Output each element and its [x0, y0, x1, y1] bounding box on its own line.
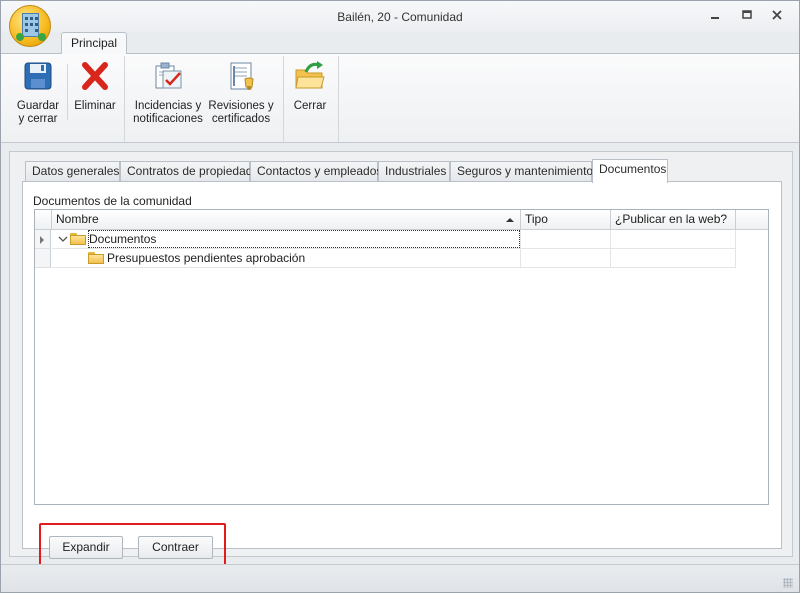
node-label: Documentos — [88, 230, 520, 248]
resize-grip-icon[interactable] — [783, 578, 793, 588]
documents-tree-grid[interactable]: Nombre Tipo ¿Publicar en la web? Documen… — [34, 209, 769, 505]
status-bar — [1, 564, 799, 592]
save-close-label-1: Guardar — [16, 100, 60, 112]
delete-x-icon — [79, 60, 111, 92]
documents-section-label: Documentos de la comunidad — [33, 194, 192, 208]
column-header-publicar[interactable]: ¿Publicar en la web? — [611, 210, 736, 230]
incidents-button[interactable]: Incidencias y notificaciones — [133, 60, 203, 126]
tab-datos-generales[interactable]: Datos generales — [25, 161, 120, 182]
app-menu-button[interactable] — [9, 5, 51, 47]
ribbon-group-separator — [338, 56, 339, 142]
close-label: Cerrar — [293, 100, 327, 112]
main-panel: Datos generales Contratos de propiedad C… — [9, 151, 793, 572]
save-icon — [22, 60, 54, 92]
revisions-button[interactable]: Revisiones y certificados — [207, 60, 275, 126]
trees-icon — [16, 33, 46, 41]
column-header-tipo[interactable]: Tipo — [521, 210, 611, 230]
collapse-button[interactable]: Contraer — [138, 536, 213, 559]
cell-tipo[interactable] — [521, 230, 611, 249]
ribbon-group-separator — [124, 56, 125, 142]
ribbon-separator — [67, 64, 68, 120]
delete-button[interactable]: Eliminar — [73, 60, 117, 113]
expand-button[interactable]: Expandir — [49, 536, 123, 559]
incidents-clipboard-icon — [152, 60, 184, 92]
cell-publicar[interactable] — [611, 249, 736, 268]
save-close-button[interactable]: Guardar y cerrar — [15, 60, 61, 126]
open-folder-arrow-icon — [294, 60, 326, 92]
cell-nombre[interactable]: Presupuestos pendientes aprobación — [52, 249, 521, 268]
folder-icon — [70, 233, 86, 245]
row-header[interactable] — [35, 249, 51, 268]
revisions-label-2: certificados — [211, 113, 271, 125]
column-header-tipo-label: Tipo — [525, 212, 548, 226]
ribbon: Guardar y cerrar Eliminar Incidencias y … — [1, 53, 799, 143]
revisions-notebook-icon — [225, 60, 257, 92]
column-header-publicar-label: ¿Publicar en la web? — [615, 212, 728, 226]
tab-contactos-y-empleados[interactable]: Contactos y empleados — [250, 161, 382, 182]
current-row-indicator-icon — [40, 236, 44, 244]
column-header-nombre[interactable]: Nombre — [52, 210, 521, 230]
cell-publicar[interactable] — [611, 230, 736, 249]
delete-label: Eliminar — [74, 100, 116, 112]
minimize-icon[interactable] — [707, 7, 723, 23]
window-title: Bailén, 20 - Comunidad — [337, 10, 463, 24]
documents-tab-page: Documentos de la comunidad Nombre Tipo ¿… — [22, 181, 782, 572]
restore-icon[interactable] — [739, 7, 755, 23]
close-icon[interactable] — [769, 7, 785, 23]
revisions-label-1: Revisiones y — [208, 100, 274, 112]
save-close-label-2: y cerrar — [18, 113, 58, 125]
ribbon-group-separator — [283, 56, 284, 142]
tab-seguros-y-mantenimientos[interactable]: Seguros y mantenimientos — [450, 161, 599, 182]
tab-contratos-de-propiedad[interactable]: Contratos de propiedad — [120, 161, 252, 182]
chevron-down-icon[interactable] — [58, 234, 68, 244]
ribbon-tab-principal[interactable]: Principal — [61, 32, 127, 54]
node-label: Presupuestos pendientes aprobación — [107, 251, 306, 265]
column-header-filler — [736, 210, 768, 230]
sort-ascending-icon — [506, 218, 514, 222]
row-header[interactable] — [35, 230, 51, 249]
close-button[interactable]: Cerrar — [289, 60, 331, 113]
tab-documentos[interactable]: Documentos — [592, 159, 668, 183]
incidents-label-1: Incidencias y — [134, 100, 202, 112]
column-header-nombre-label: Nombre — [56, 212, 99, 226]
incidents-label-2: notificaciones — [133, 113, 203, 125]
cell-nombre[interactable]: Documentos — [52, 230, 521, 249]
app-window: Bailén, 20 - Comunidad Principal Guardar… — [0, 0, 800, 593]
title-bar: Bailén, 20 - Comunidad — [1, 1, 799, 32]
tab-industriales[interactable]: Industriales — [378, 161, 450, 182]
cell-tipo[interactable] — [521, 249, 611, 268]
folder-icon — [88, 252, 104, 264]
grid-corner-header — [35, 210, 52, 230]
